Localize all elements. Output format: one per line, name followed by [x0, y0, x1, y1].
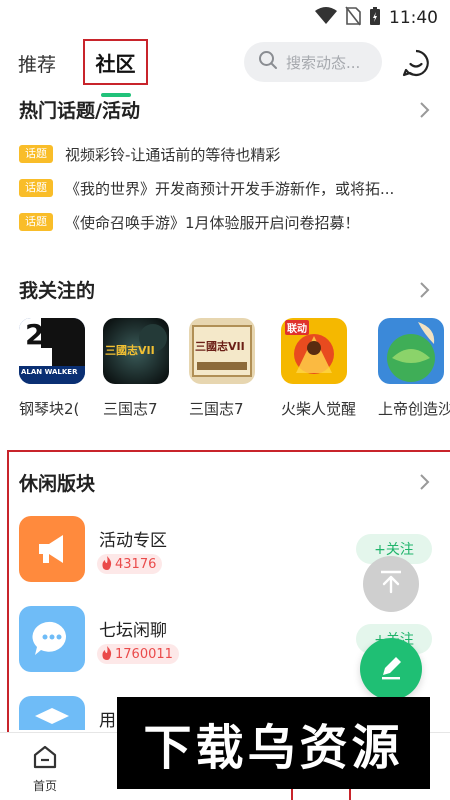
search-placeholder: 搜索动态...: [286, 53, 361, 72]
topic-text: 《我的世界》开发商预计开发手游新作，或将拓...: [65, 179, 395, 198]
topic-item[interactable]: 话题 《我的世界》开发商预计开发手游新作，或将拓...: [19, 176, 394, 200]
wifi-icon: [315, 7, 337, 29]
game-name: 钢琴块2(: [19, 400, 80, 418]
battery-charging-icon: [369, 6, 381, 30]
piano-tiles-icon: 2 ALAN WALKER: [19, 318, 85, 384]
flame-icon: [101, 645, 113, 664]
board-name: 活动专区: [99, 531, 167, 551]
stickman-badge: 联动: [285, 320, 309, 335]
piano-num: 2: [25, 318, 45, 351]
chevron-right-icon: [418, 282, 432, 304]
home-icon: [31, 745, 59, 775]
game-name: 火柴人觉醒: [281, 400, 357, 418]
topic-item[interactable]: 话题 视频彩铃-让通话前的等待也精彩: [19, 142, 280, 166]
chevron-right-icon: [418, 474, 432, 496]
tab-recommend[interactable]: 推荐: [18, 50, 56, 77]
flame-icon: [101, 555, 113, 574]
piano-badge: ALAN WALKER: [21, 368, 78, 376]
compose-post-button[interactable]: [360, 638, 422, 700]
game-name: 上帝创造沙: [378, 400, 450, 418]
megaphone-icon: [19, 516, 85, 582]
board-name: 七坛闲聊: [99, 621, 167, 641]
topic-text: 视频彩铃-让通话前的等待也精彩: [65, 145, 281, 164]
topic-tag: 话题: [19, 145, 53, 163]
sanguozhi-scroll-icon: 三國志VII: [189, 318, 255, 384]
hot-topics-title: 热门话题/活动: [19, 100, 140, 122]
topic-item[interactable]: 话题 《使命召唤手游》1月体验服开启问卷招募！: [19, 210, 360, 234]
sanguozhi-icon: 三國志VII: [103, 318, 169, 384]
search-box[interactable]: 搜索动态...: [244, 42, 382, 82]
search-icon: [258, 50, 278, 74]
board-heat: 43176: [97, 554, 163, 574]
leisure-title: 休闲版块: [19, 473, 96, 495]
scroll-to-top-button[interactable]: [363, 556, 419, 612]
following-title: 我关注的: [19, 280, 96, 302]
pencil-icon: [377, 653, 405, 685]
stickman-icon: 联动: [281, 318, 347, 384]
heat-count: 1760011: [115, 646, 173, 662]
board-heat: 1760011: [97, 644, 179, 664]
status-bar: 11:40: [0, 0, 450, 34]
board-item[interactable]: 七坛闲聊 1760011: [19, 606, 339, 672]
no-sim-icon: [345, 6, 361, 30]
heat-count: 43176: [115, 556, 157, 572]
tab-community[interactable]: 社区: [83, 39, 148, 85]
message-button[interactable]: [401, 48, 431, 78]
chat-bubble-icon: [19, 606, 85, 672]
game-name: 三国志7: [103, 400, 158, 418]
nav-item-home[interactable]: 首页: [15, 743, 75, 794]
chevron-right-icon: [418, 102, 432, 124]
sanguozhi-badge: 三國志VII: [105, 344, 155, 357]
god-sandbox-icon: [378, 318, 444, 384]
topic-tag: 话题: [19, 213, 53, 231]
game-item[interactable]: 联动 火柴人觉醒: [281, 318, 361, 418]
graduation-cap-icon: [19, 696, 85, 730]
game-item[interactable]: 三國志VII 三国志7: [103, 318, 183, 418]
game-item[interactable]: 2 ALAN WALKER 钢琴块2(: [19, 318, 99, 418]
hot-topics-more-button[interactable]: [418, 100, 432, 120]
board-item[interactable]: 活动专区 43176: [19, 516, 339, 582]
topic-tag: 话题: [19, 179, 53, 197]
nav-label: 首页: [32, 779, 57, 793]
status-time: 11:40: [389, 8, 438, 28]
watermark-overlay: 下载乌资源: [117, 697, 430, 789]
game-item[interactable]: 三國志VII 三国志7: [189, 318, 269, 418]
board-name: 用: [99, 711, 116, 730]
game-item[interactable]: 上帝创造沙: [378, 318, 450, 418]
leisure-more-button[interactable]: [418, 472, 432, 492]
top-bar: 推荐 社区 搜索动态...: [0, 36, 450, 97]
arrow-up-icon: [378, 569, 404, 599]
scroll-badge: 三國志VII: [195, 340, 245, 353]
topic-text: 《使命召唤手游》1月体验服开启问卷招募！: [65, 213, 360, 232]
watermark-text: 下载乌资源: [143, 720, 404, 776]
following-games: 2 ALAN WALKER 钢琴块2( 三國志VII 三国志7 三國志VII 三…: [0, 318, 450, 428]
following-more-button[interactable]: [418, 280, 432, 300]
game-name: 三国志7: [189, 400, 244, 418]
message-icon: [401, 49, 431, 82]
